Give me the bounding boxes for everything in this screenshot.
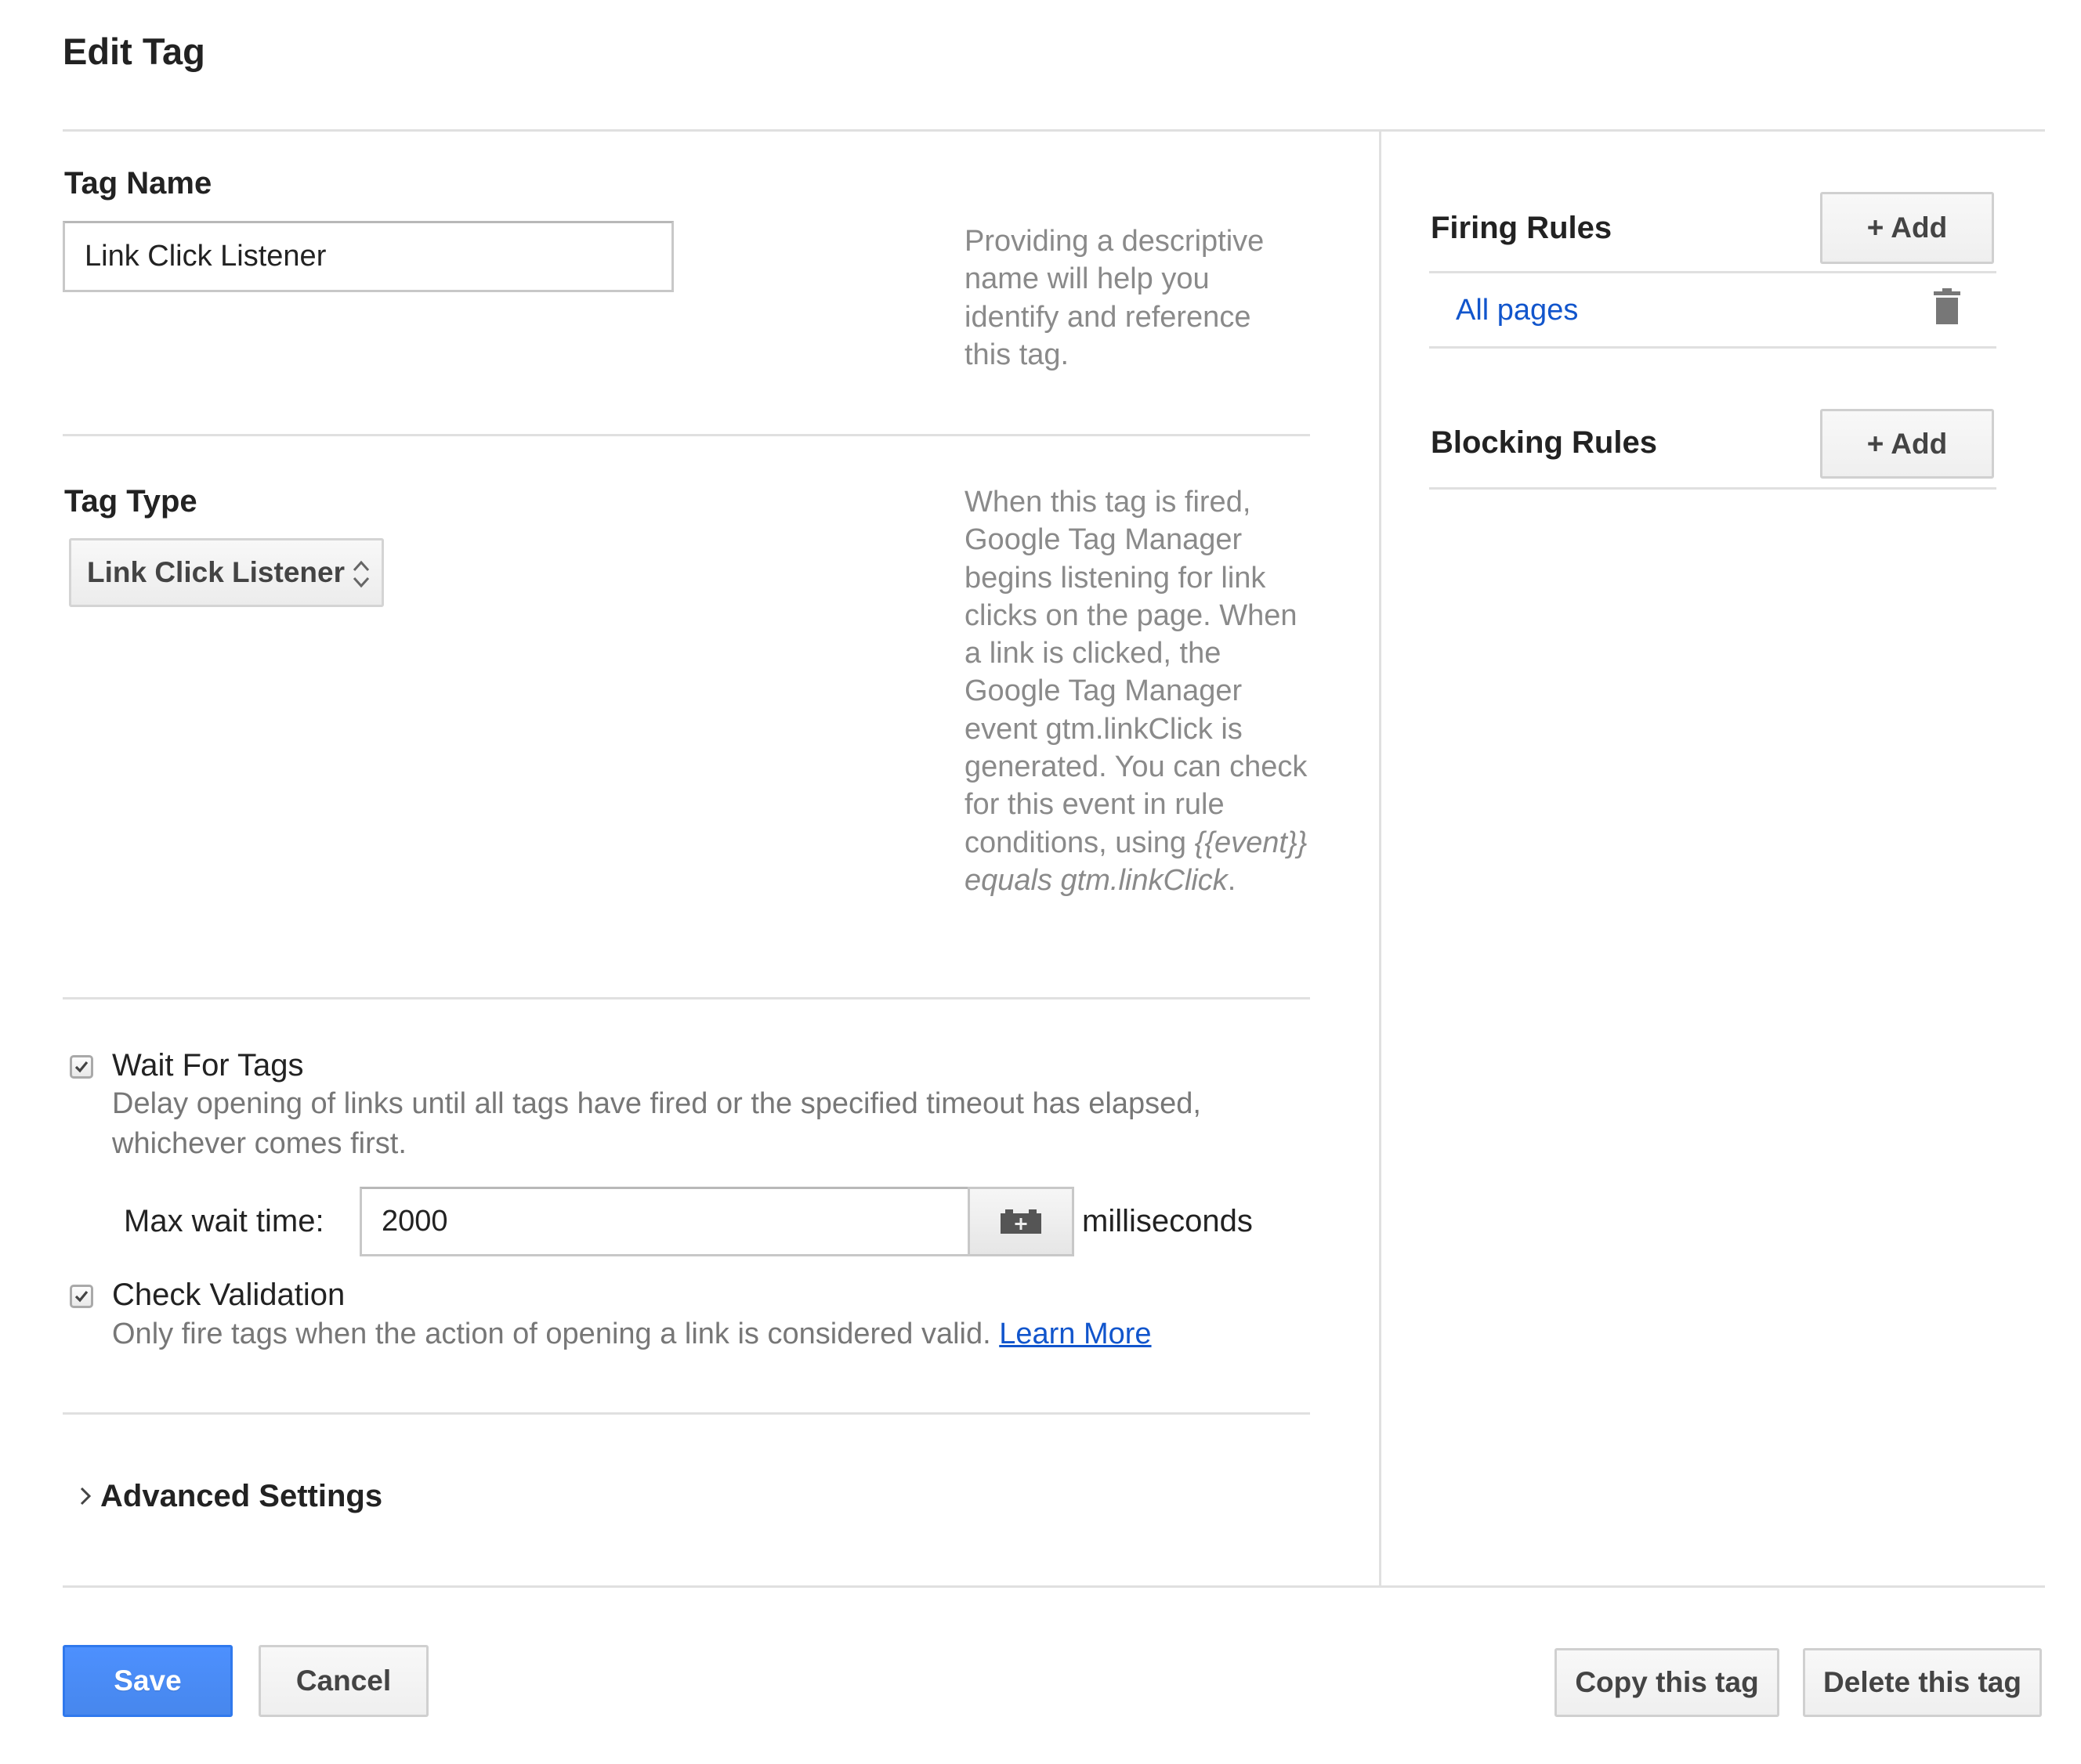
tag-name-help: Providing a descriptive name will help y… (964, 225, 1265, 371)
trash-icon[interactable] (1932, 288, 1962, 324)
tag-type-label: Tag Type (64, 484, 197, 519)
advanced-settings-toggle[interactable]: Advanced Settings (78, 1477, 382, 1515)
tag-type-help: When this tag is fired, Google Tag Manag… (964, 483, 1317, 899)
chevron-up-down-icon (353, 560, 370, 588)
section-divider-options (63, 1412, 1310, 1415)
tag-type-select[interactable]: Link Click Listener (69, 538, 384, 607)
cancel-button[interactable]: Cancel (259, 1645, 429, 1717)
add-blocking-rule-button[interactable]: + Add (1820, 409, 1994, 479)
variable-picker-icon (1001, 1209, 1041, 1234)
firing-rules-divider-bottom (1429, 346, 1996, 349)
check-validation-checkbox[interactable] (70, 1285, 93, 1308)
learn-more-link[interactable]: Learn More (999, 1318, 1151, 1350)
column-divider (1379, 131, 1381, 1586)
check-validation-description: Only fire tags when the action of openin… (112, 1314, 1303, 1354)
delete-tag-button[interactable]: Delete this tag (1803, 1648, 2042, 1717)
wait-for-tags-label: Wait For Tags (112, 1048, 304, 1083)
wait-for-tags-checkbox[interactable] (70, 1055, 93, 1079)
tag-type-help-text: When this tag is fired, Google Tag Manag… (964, 486, 1308, 859)
tag-type-selected: Link Click Listener (87, 556, 345, 588)
footer-divider (63, 1585, 2045, 1588)
max-wait-input[interactable] (360, 1187, 972, 1256)
chevron-right-icon (80, 1487, 92, 1506)
max-wait-label: Max wait time: (124, 1204, 324, 1238)
checkmark-icon (74, 1061, 89, 1073)
tag-name-label: Tag Name (64, 166, 212, 201)
add-firing-rule-button[interactable]: + Add (1820, 192, 1994, 264)
firing-rules-title: Firing Rules (1431, 211, 1612, 245)
variable-picker-button[interactable] (968, 1187, 1074, 1256)
header-divider (63, 129, 2045, 132)
save-button[interactable]: Save (63, 1645, 233, 1717)
check-validation-text: Only fire tags when the action of openin… (112, 1318, 991, 1350)
max-wait-unit: milliseconds (1082, 1204, 1253, 1238)
wait-for-tags-description: Delay opening of links until all tags ha… (112, 1087, 1201, 1160)
firing-rule-all-pages[interactable]: All pages (1456, 291, 1578, 329)
tag-name-input[interactable] (63, 221, 674, 292)
check-validation-label: Check Validation (112, 1278, 346, 1312)
firing-rules-divider-top (1429, 271, 1996, 273)
copy-tag-button[interactable]: Copy this tag (1554, 1648, 1779, 1717)
blocking-rules-title: Blocking Rules (1431, 425, 1657, 460)
section-divider-tag-type (63, 997, 1310, 999)
section-divider-tag-name (63, 434, 1310, 436)
blocking-rules-divider (1429, 487, 1996, 490)
advanced-settings-label: Advanced Settings (100, 1479, 383, 1513)
tag-type-help-end: . (1227, 863, 1236, 897)
checkmark-icon (74, 1290, 89, 1303)
page-title: Edit Tag (63, 31, 205, 72)
